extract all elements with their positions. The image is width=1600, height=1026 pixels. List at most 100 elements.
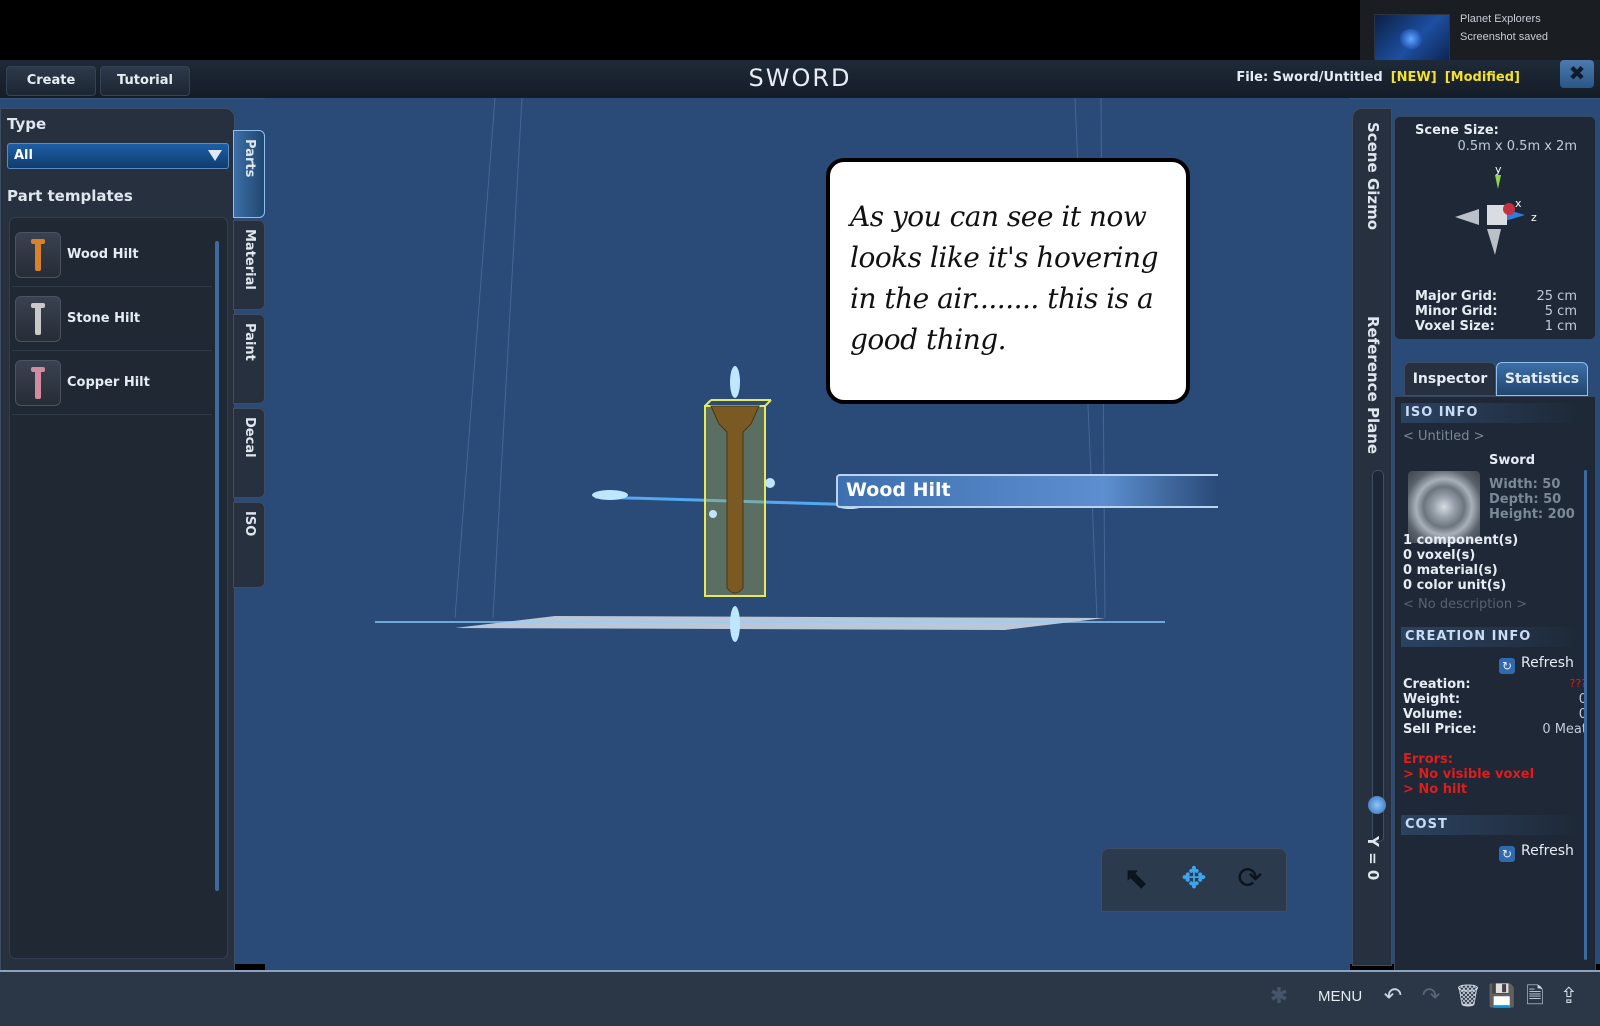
callout-bubble: As you can see it now looks like it's ho…: [826, 158, 1190, 404]
creation-info-header: CREATION INFO: [1401, 627, 1585, 647]
redo-icon[interactable]: ↷: [1418, 984, 1444, 1010]
tab-material[interactable]: Material: [233, 220, 265, 310]
file-info: File: Sword/Untitled [NEW] [Modified]: [1236, 70, 1520, 85]
tab-label: Decal: [242, 417, 257, 458]
save-as-icon[interactable]: 🗎: [1522, 984, 1548, 1010]
parts-panel: Type All Part templates Wood Hilt Stone …: [0, 108, 235, 972]
axis-z-label: z: [1531, 211, 1537, 224]
mirror-icon[interactable]: ✱: [1266, 984, 1292, 1010]
scene-size-value: 0.5m x 0.5m x 2m: [1457, 139, 1577, 154]
statistics-scrollbar[interactable]: [1584, 470, 1587, 960]
weight-label: Weight:: [1403, 692, 1461, 707]
new-tag: [NEW]: [1390, 70, 1437, 85]
creation-label: Creation:: [1403, 677, 1471, 692]
material-count: 0 material(s): [1403, 563, 1498, 578]
tab-decal[interactable]: Decal: [233, 408, 265, 498]
screenshot-notification: Planet Explorers Screenshot saved: [1360, 0, 1600, 62]
part-label: Stone Hilt: [67, 311, 141, 326]
iso-height: Height: 200: [1489, 507, 1575, 522]
refresh-label: Refresh: [1521, 843, 1574, 859]
cost-refresh-button[interactable]: ↻ Refresh: [1499, 843, 1574, 862]
type-label: Type: [7, 115, 47, 133]
part-label: Copper Hilt: [67, 375, 150, 390]
tab-statistics[interactable]: Statistics: [1496, 362, 1588, 396]
selected-part-label: Wood Hilt: [836, 474, 1218, 508]
transform-toolbar: ⬉ ✥ ⟳: [1101, 848, 1287, 912]
wood-hilt-icon: [15, 232, 61, 278]
rotate-tool-icon[interactable]: ⟳: [1228, 857, 1272, 901]
gizmo-y-handle[interactable]: [730, 366, 740, 398]
undo-icon[interactable]: ↶: [1380, 984, 1406, 1010]
export-icon[interactable]: ⇪: [1556, 984, 1582, 1010]
bottom-bar: ✱ MENU ↶ ↷ 🗑 💾 🗎 ⇪: [0, 970, 1600, 1026]
refresh-icon: ↻: [1499, 658, 1515, 674]
screenshot-thumbnail: [1374, 14, 1450, 62]
gizmo-rotate-handle[interactable]: [765, 478, 775, 488]
wood-hilt-model[interactable]: [704, 399, 772, 597]
volume-label: Volume:: [1403, 707, 1463, 722]
error-no-visible-voxel: > No visible voxel: [1403, 767, 1535, 782]
chevron-down-icon: [208, 150, 222, 161]
gizmo-y-handle-bottom[interactable]: [730, 606, 740, 642]
close-button[interactable]: ✖: [1560, 60, 1594, 88]
create-button[interactable]: Create: [6, 66, 96, 96]
iso-width: Width: 50: [1489, 477, 1561, 492]
gizmo-pivot-handle[interactable]: [709, 510, 717, 518]
menu-button[interactable]: MENU: [1318, 988, 1362, 1005]
tab-inspector[interactable]: Inspector: [1404, 362, 1496, 396]
major-grid-label: Major Grid:: [1415, 289, 1498, 304]
y-level-label: Y = 0: [1364, 836, 1382, 881]
reference-plane-slider[interactable]: [1372, 470, 1384, 842]
tutorial-button[interactable]: Tutorial: [100, 66, 190, 96]
component-count: 1 component(s): [1403, 533, 1519, 548]
editor-title: SWORD: [748, 64, 852, 92]
sell-price-label: Sell Price:: [1403, 722, 1477, 737]
select-tool-icon[interactable]: ⬉: [1114, 857, 1158, 901]
voxel-count: 0 voxel(s): [1403, 548, 1476, 563]
file-path: File: Sword/Untitled: [1236, 70, 1383, 85]
major-grid-value: 25 cm: [1536, 289, 1578, 304]
copper-hilt-icon: [15, 360, 61, 406]
part-item-stone-hilt[interactable]: Stone Hilt: [12, 290, 212, 351]
reference-plane-slider-knob[interactable]: [1368, 795, 1386, 814]
part-item-copper-hilt[interactable]: Copper Hilt: [12, 354, 212, 415]
tab-label: Paint: [242, 323, 257, 361]
refresh-label: Refresh: [1521, 655, 1574, 671]
scene-size-label: Scene Size:: [1415, 123, 1499, 138]
scene-gizmo-panel: Scene Size: 0.5m x 0.5m x 2m y x z Major…: [1394, 116, 1596, 340]
save-icon[interactable]: 💾: [1488, 984, 1515, 1010]
refresh-icon: ↻: [1499, 846, 1515, 862]
notification-message: Screenshot saved: [1460, 31, 1549, 43]
axis-y-label: y: [1495, 165, 1502, 176]
selected-part-name: Wood Hilt: [846, 479, 951, 501]
iso-name: < Untitled >: [1403, 429, 1485, 444]
delete-icon[interactable]: 🗑: [1454, 984, 1482, 1010]
modified-tag: [Modified]: [1444, 70, 1520, 85]
type-dropdown[interactable]: All: [7, 143, 229, 169]
stone-hilt-icon: [15, 296, 61, 342]
tab-label: Parts: [242, 139, 257, 178]
iso-depth: Depth: 50: [1489, 492, 1562, 507]
voxel-size-label: Voxel Size:: [1415, 319, 1495, 334]
creation-refresh-button[interactable]: ↻ Refresh: [1499, 655, 1574, 674]
tab-paint[interactable]: Paint: [233, 314, 265, 404]
part-templates-list: Wood Hilt Stone Hilt Copper Hilt: [9, 217, 228, 959]
axis-gizmo-icon[interactable]: y x z: [1451, 165, 1547, 261]
sell-price-value: 0 Meat: [1542, 722, 1587, 737]
move-tool-icon[interactable]: ✥: [1172, 857, 1216, 901]
axis-x-label: x: [1515, 197, 1522, 210]
editor-window: Create Tutorial SWORD File: Sword/Untitl…: [0, 60, 1600, 1026]
part-item-wood-hilt[interactable]: Wood Hilt: [12, 226, 212, 287]
callout-text: As you can see it now looks like it's ho…: [850, 200, 1159, 356]
part-list-scrollbar[interactable]: [215, 241, 219, 891]
part-templates-label: Part templates: [7, 187, 133, 205]
minor-grid-label: Minor Grid:: [1415, 304, 1498, 319]
errors-label: Errors:: [1403, 752, 1453, 767]
minor-grid-value: 5 cm: [1544, 304, 1577, 319]
voxel-size-value: 1 cm: [1544, 319, 1577, 334]
tab-parts[interactable]: Parts: [233, 130, 265, 218]
error-no-hilt: > No hilt: [1403, 782, 1468, 797]
gizmo-x-handle[interactable]: [592, 490, 628, 500]
tab-iso[interactable]: ISO: [233, 502, 265, 588]
type-dropdown-value: All: [14, 148, 33, 163]
